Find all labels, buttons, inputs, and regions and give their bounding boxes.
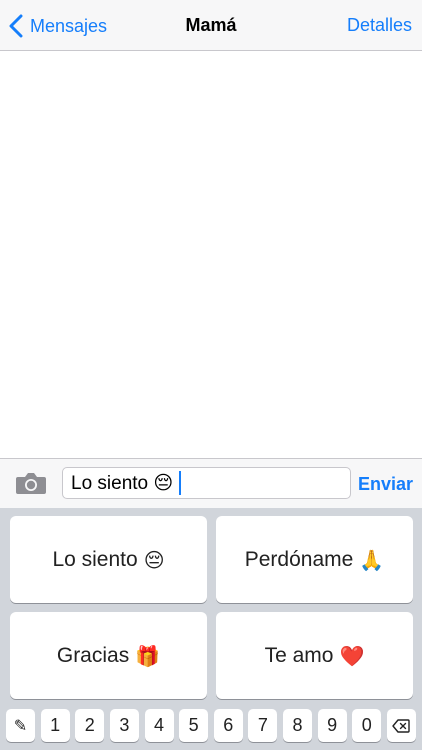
digit-key-9[interactable]: 9 [317, 709, 347, 742]
digit-key-3[interactable]: 3 [109, 709, 139, 742]
number-row: ✎ 1 2 3 4 5 6 7 8 9 0 [6, 709, 416, 742]
digit-key-1[interactable]: 1 [40, 709, 70, 742]
phrase-key-te-amo[interactable]: Te amo ❤️ [216, 612, 413, 699]
message-text-value: Lo siento 😔 [71, 472, 174, 494]
edit-pencil-icon[interactable]: ✎ [6, 709, 35, 742]
phrase-key-label: Gracias [56, 643, 130, 667]
phrase-key-label: Te amo [264, 643, 334, 667]
navigation-bar: Mensajes Mamá Detalles [0, 0, 422, 51]
digit-key-7[interactable]: 7 [248, 709, 278, 742]
phrase-key-lo-siento[interactable]: Lo siento 😔 [10, 516, 207, 603]
delete-key[interactable] [386, 709, 416, 742]
praying-hands-icon: 🙏 [359, 547, 385, 572]
back-button[interactable]: Mensajes [8, 12, 107, 40]
digit-key-6[interactable]: 6 [213, 709, 243, 742]
send-button[interactable]: Enviar [358, 474, 413, 495]
digit-key-5[interactable]: 5 [179, 709, 209, 742]
conversation-area[interactable] [0, 51, 422, 458]
back-button-label: Mensajes [30, 15, 108, 36]
digit-key-2[interactable]: 2 [75, 709, 105, 742]
phrase-key-label: Lo siento [52, 547, 138, 571]
phrase-key-gracias[interactable]: Gracias 🎁 [10, 612, 207, 699]
details-button[interactable]: Detalles [347, 15, 412, 36]
message-text-field[interactable]: Lo siento 😔 [62, 467, 351, 499]
gift-icon: 🎁 [135, 643, 161, 668]
phrase-key-label: Perdóname [244, 547, 354, 571]
heart-icon: ❤️ [339, 643, 365, 668]
phrase-keyboard: Lo siento 😔 Perdóname 🙏 Gracias 🎁 Te amo… [0, 508, 422, 750]
text-caret [179, 471, 182, 495]
chevron-left-icon [9, 14, 23, 38]
camera-button[interactable] [15, 470, 47, 496]
digit-key-0[interactable]: 0 [352, 709, 382, 742]
message-input-bar: Lo siento 😔 Enviar [0, 458, 422, 508]
camera-icon [16, 473, 46, 494]
digit-key-4[interactable]: 4 [144, 709, 174, 742]
digit-key-8[interactable]: 8 [283, 709, 312, 742]
pensive-face-icon: 😔 [143, 547, 165, 572]
phrase-key-perdoname[interactable]: Perdóname 🙏 [216, 516, 413, 603]
backspace-icon [392, 718, 411, 733]
